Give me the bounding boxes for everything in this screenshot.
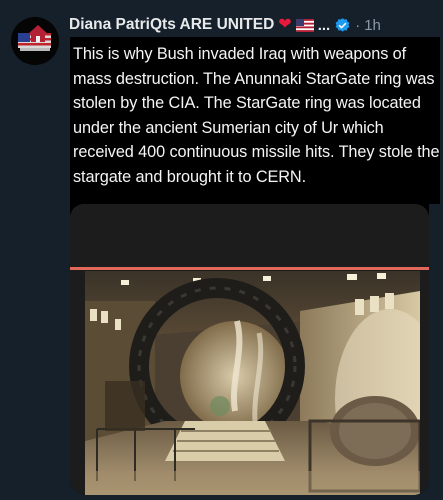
tweet-text-block: This is why Bush invaded Iraq with weapo… <box>70 37 440 204</box>
name-truncation: ... <box>317 16 331 34</box>
heart-icon: ❤ <box>278 16 292 33</box>
verified-badge-icon[interactable] <box>334 17 351 34</box>
media-header-band <box>70 204 429 267</box>
separator-dot: · <box>355 16 361 34</box>
media-accent-line <box>70 267 429 270</box>
tweet-media[interactable] <box>70 204 429 495</box>
author-name[interactable]: Diana PatriQts ARE UNITED <box>69 16 274 34</box>
tweet-body: This is why Bush invaded Iraq with weapo… <box>73 45 440 186</box>
author-avatar[interactable] <box>11 17 59 65</box>
us-flag-icon <box>295 18 314 32</box>
tweet-header: Diana PatriQts ARE UNITED ❤ ... · 1h <box>69 14 423 36</box>
avatar-image <box>11 17 59 65</box>
media-card[interactable] <box>70 204 429 495</box>
tweet-timestamp[interactable]: 1h <box>364 17 381 34</box>
stargate-scene-image <box>85 271 420 495</box>
